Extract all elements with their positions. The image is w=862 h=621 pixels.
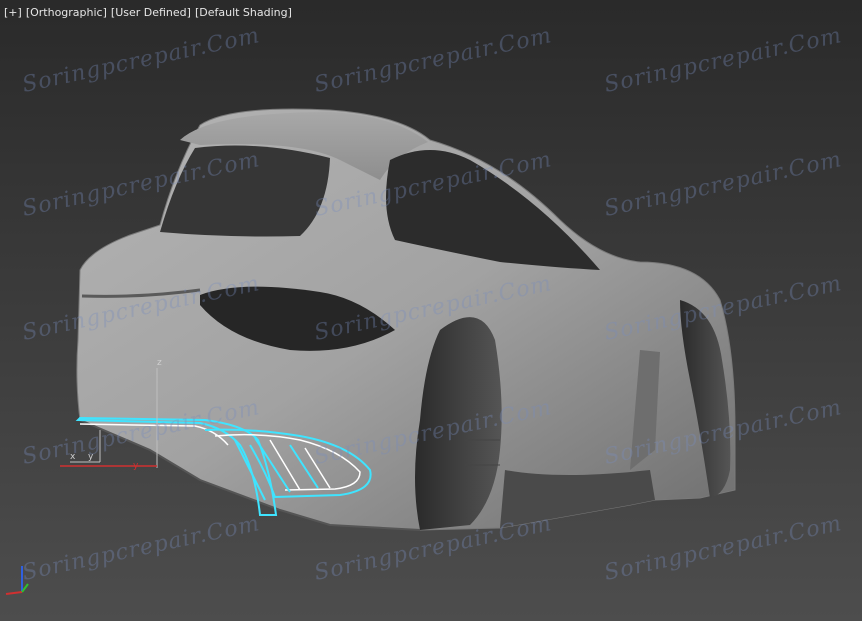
viewport-view-menu[interactable]: [User Defined] bbox=[111, 6, 191, 19]
world-axis-tripod bbox=[5, 566, 29, 595]
viewport-menu-button[interactable]: [+] bbox=[4, 6, 22, 19]
viewport-shading-menu[interactable]: [Default Shading] bbox=[195, 6, 292, 19]
gizmo-y-red-label: y bbox=[133, 461, 139, 471]
car-body-mesh[interactable] bbox=[76, 108, 736, 531]
gizmo-y-label: y bbox=[88, 452, 94, 462]
gizmo-z-label: z bbox=[157, 358, 162, 368]
perspective-viewport[interactable]: z x y y Soringpcrepair.Com Soringpcrepai… bbox=[0, 0, 862, 621]
gizmo-x-label: x bbox=[70, 452, 76, 462]
viewport-projection-menu[interactable]: [Orthographic] bbox=[26, 6, 107, 19]
scene-canvas[interactable] bbox=[0, 0, 862, 621]
viewport-label-bar: [+] [Orthographic] [User Defined] [Defau… bbox=[4, 6, 292, 19]
